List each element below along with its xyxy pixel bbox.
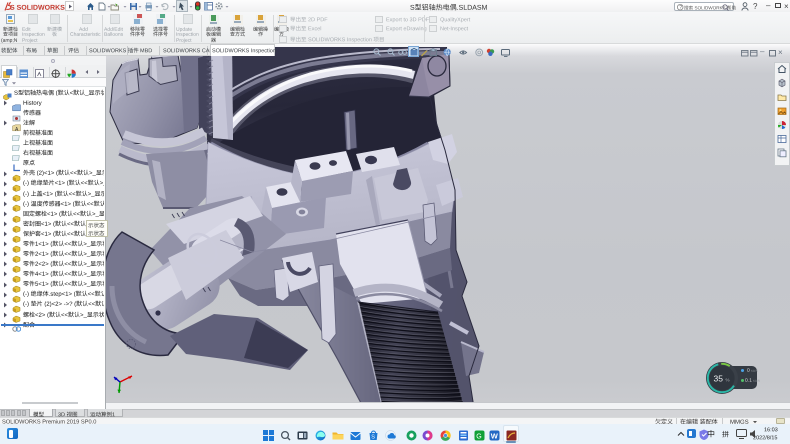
svg-text:?: ? <box>679 5 682 11</box>
svg-text:%: % <box>726 378 730 383</box>
svg-text:G: G <box>476 434 481 441</box>
svg-text:35: 35 <box>714 374 724 384</box>
svg-text:S: S <box>371 435 375 441</box>
svg-text:W: W <box>491 432 499 441</box>
